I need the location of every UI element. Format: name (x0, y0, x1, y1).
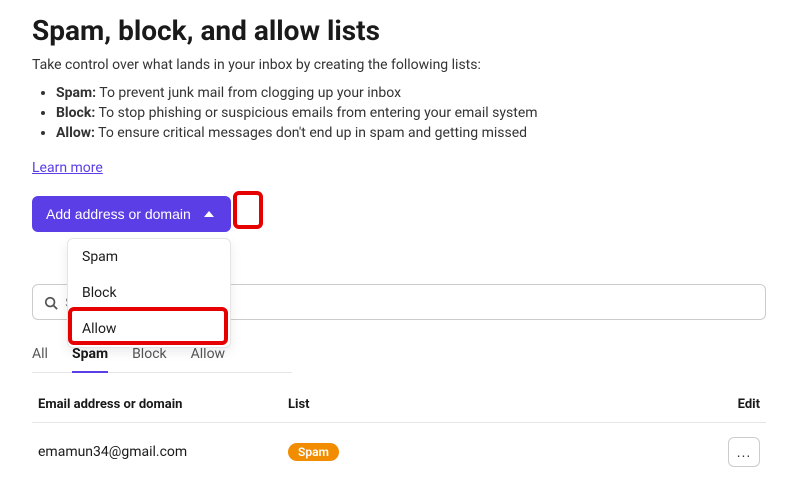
list-item: Allow: To ensure critical messages don't… (56, 125, 766, 141)
description-list: Spam: To prevent junk mail from clogging… (32, 85, 766, 141)
search-icon (44, 295, 58, 309)
add-button-label: Add address or domain (46, 206, 191, 222)
action-row: Add address or domain Spam Block Allow (32, 196, 766, 232)
table-row: emamun34@gmail.com Spam ... (32, 423, 766, 481)
bullet-label: Allow: (56, 125, 95, 141)
annotation-highlight (233, 191, 263, 229)
list-badge: Spam (288, 443, 339, 461)
bullet-text: To stop phishing or suspicious emails fr… (95, 105, 537, 121)
page-subtitle: Take control over what lands in your inb… (32, 57, 766, 73)
column-header-list: List (288, 397, 720, 412)
dropdown-item-block[interactable]: Block (68, 275, 230, 311)
column-header-edit: Edit (720, 397, 760, 412)
dropdown-item-allow[interactable]: Allow (68, 311, 230, 347)
list-item: Spam: To prevent junk mail from clogging… (56, 85, 766, 101)
learn-more-link[interactable]: Learn more (32, 160, 103, 176)
dropdown-item-spam[interactable]: Spam (68, 239, 230, 275)
table-header: Email address or domain List Edit (32, 387, 766, 423)
bullet-text: To ensure critical messages don't end up… (95, 125, 527, 141)
column-header-email: Email address or domain (38, 397, 288, 412)
page-title: Spam, block, and allow lists (32, 14, 766, 47)
tab-all[interactable]: All (32, 338, 48, 372)
bullet-label: Spam: (56, 85, 96, 101)
bullet-text: To prevent junk mail from clogging up yo… (96, 85, 401, 101)
row-list: Spam (288, 443, 720, 461)
caret-up-icon[interactable] (201, 206, 217, 222)
add-address-button[interactable]: Add address or domain (32, 196, 231, 232)
row-edit-button[interactable]: ... (728, 437, 760, 467)
row-email: emamun34@gmail.com (38, 444, 288, 460)
add-dropdown: Spam Block Allow (67, 238, 231, 348)
bullet-label: Block: (56, 105, 95, 121)
list-item: Block: To stop phishing or suspicious em… (56, 105, 766, 121)
